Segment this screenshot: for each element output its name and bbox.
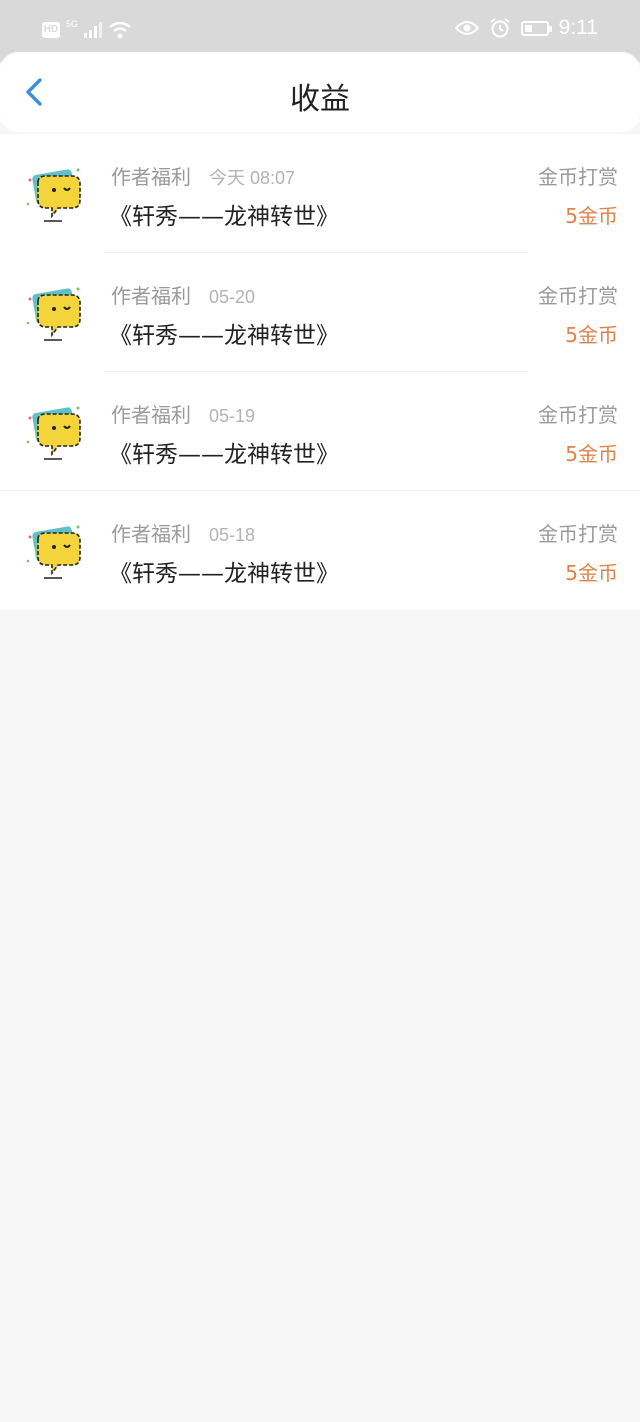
page-title: 收益 bbox=[290, 82, 350, 117]
row-meta: 作者福利 05-19 bbox=[111, 399, 255, 428]
row-category: 作者福利 bbox=[111, 522, 191, 546]
row-reward-type: 金币打赏 bbox=[538, 284, 618, 308]
status-left: HD 5G bbox=[42, 19, 132, 40]
signal-icon bbox=[84, 22, 103, 38]
eye-icon bbox=[454, 21, 479, 35]
row-reward-type: 金币打赏 bbox=[538, 522, 618, 546]
chat-bubble-avatar-icon bbox=[26, 525, 81, 579]
row-book-title: 《轩秀——龙神转世》 bbox=[109, 204, 339, 230]
status-right: 9:11 bbox=[454, 16, 598, 40]
wifi-icon bbox=[109, 21, 131, 39]
alarm-icon bbox=[490, 18, 510, 38]
row-reward-type: 金币打赏 bbox=[538, 165, 618, 189]
row-time: 05-19 bbox=[209, 406, 256, 426]
row-time: 05-18 bbox=[209, 525, 256, 545]
earnings-list: 作者福利 今天 08:07 《轩秀——龙神转世》 金币打赏 5金币 作者福利 0… bbox=[0, 134, 640, 610]
row-meta: 作者福利 今天 08:07 bbox=[111, 161, 295, 190]
row-book-title: 《轩秀——龙神转世》 bbox=[109, 442, 339, 468]
row-category: 作者福利 bbox=[111, 284, 191, 308]
network-type: 5G bbox=[66, 19, 79, 29]
row-reward-type: 金币打赏 bbox=[538, 403, 618, 427]
row-amount: 5金币 bbox=[565, 442, 618, 466]
row-amount: 5金币 bbox=[565, 561, 618, 585]
clock: 9:11 bbox=[558, 16, 598, 39]
row-time: 05-20 bbox=[209, 287, 256, 307]
earnings-row[interactable]: 作者福利 今天 08:07 《轩秀——龙神转世》 金币打赏 5金币 bbox=[0, 134, 640, 253]
row-category: 作者福利 bbox=[111, 403, 191, 427]
row-meta: 作者福利 05-20 bbox=[111, 280, 255, 309]
row-category: 作者福利 bbox=[111, 165, 191, 189]
row-book-title: 《轩秀——龙神转世》 bbox=[109, 323, 339, 349]
chat-bubble-avatar-icon bbox=[26, 406, 81, 460]
row-amount: 5金币 bbox=[565, 204, 618, 228]
battery-icon bbox=[520, 20, 552, 36]
row-book-title: 《轩秀——龙神转世》 bbox=[109, 561, 339, 587]
battery-level bbox=[524, 24, 532, 32]
row-meta: 作者福利 05-18 bbox=[111, 518, 255, 547]
chat-bubble-avatar-icon bbox=[26, 287, 81, 341]
chat-bubble-avatar-icon bbox=[26, 168, 81, 222]
earnings-row[interactable]: 作者福利 05-18 《轩秀——龙神转世》 金币打赏 5金币 bbox=[0, 491, 640, 610]
row-amount: 5金币 bbox=[565, 323, 618, 347]
earnings-row[interactable]: 作者福利 05-19 《轩秀——龙神转世》 金币打赏 5金币 bbox=[0, 372, 640, 491]
row-time: 今天 08:07 bbox=[209, 168, 296, 188]
hd-badge: HD bbox=[42, 22, 60, 38]
navigation-header: 收益 bbox=[0, 52, 640, 132]
earnings-row[interactable]: 作者福利 05-20 《轩秀——龙神转世》 金币打赏 5金币 bbox=[0, 253, 640, 372]
